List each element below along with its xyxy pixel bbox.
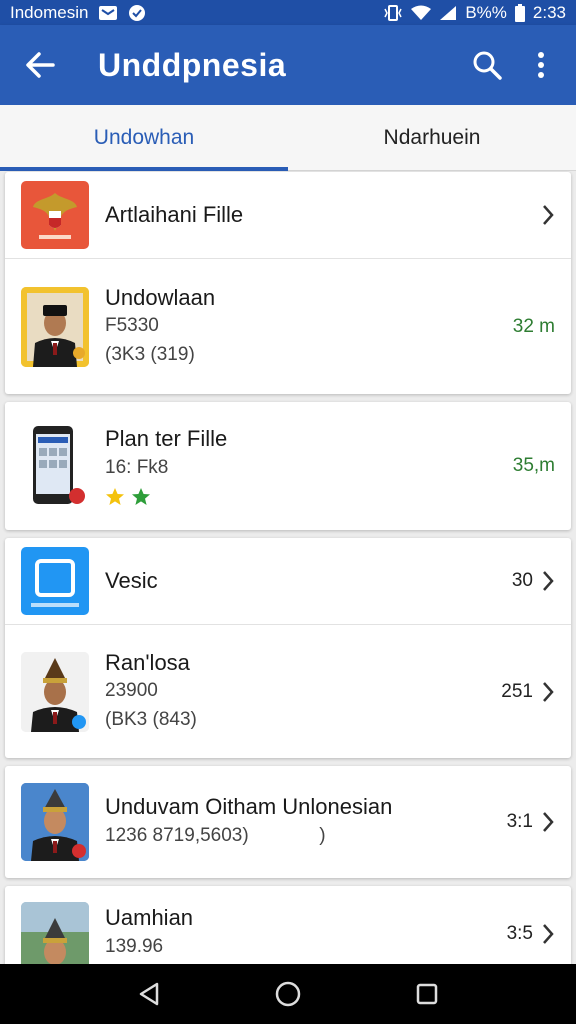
battery-icon [514, 3, 525, 22]
list-card: Vesic 30 Ran'losa 23900 (BK3 (843) 251 [5, 538, 571, 758]
nav-recents-button[interactable] [407, 974, 447, 1014]
clock: 2:33 [532, 2, 566, 22]
triangle-back-icon [140, 982, 159, 1006]
item-value: 3:1 [506, 811, 533, 832]
list-item[interactable]: Vesic 30 [5, 538, 571, 624]
item-title: Ran'losa [105, 649, 190, 675]
wifi-icon [411, 5, 432, 21]
chevron-right-icon [541, 680, 555, 704]
item-size: (BK3 (843) [105, 708, 197, 730]
list-item[interactable]: Artlaihani Fille [5, 172, 571, 258]
person-traditional-hat-blue-icon [21, 783, 89, 861]
person-peci-portrait-icon [21, 286, 89, 367]
smartphone-icon [21, 424, 89, 508]
item-title: Plan ter Fille [105, 426, 228, 452]
blue-square-app-icon [21, 547, 89, 615]
item-code: 139.96 [105, 935, 164, 957]
item-value: 3:5 [506, 923, 533, 944]
item-value: 30 [511, 570, 533, 591]
app-bar: Unddpnesia [0, 25, 576, 105]
search-button[interactable] [460, 25, 514, 105]
chevron-right-icon [541, 922, 555, 946]
search-icon [473, 51, 502, 80]
item-size: (3K3 (319) [105, 343, 195, 365]
rating-stars [105, 487, 505, 507]
item-code: F5330 [105, 315, 159, 337]
item-value: 35,m [512, 455, 555, 476]
tab-undowhan[interactable]: Undowhan [0, 105, 288, 171]
list-card: Plan ter Fille 16: Fk8 35,m [5, 402, 571, 530]
message-icon [98, 5, 118, 21]
item-title: Artlaihani Fille [105, 201, 244, 227]
page-title: Unddpnesia [98, 46, 287, 83]
carrier-name: Indomesin [10, 2, 89, 22]
status-bar: Indomesin B%% 2:33 [0, 0, 576, 25]
nav-back-button[interactable] [129, 974, 169, 1014]
circle-home-icon [275, 981, 301, 1007]
chevron-right-icon [541, 569, 555, 593]
arrow-left-icon [26, 52, 55, 78]
square-recents-icon [416, 983, 437, 1005]
person-traditional-hat-icon [21, 651, 89, 732]
list-item[interactable]: Undowlaan F5330 (3K3 (319) 32 m [5, 258, 571, 394]
chevron-right-icon [541, 203, 555, 227]
signal-icon [439, 5, 457, 21]
file-list: Artlaihani Fille Undowlaan F5330 (3K3 (3… [5, 172, 571, 998]
item-code: 16: Fk8 [105, 457, 169, 479]
item-value: 32 m [512, 315, 555, 337]
list-item[interactable]: Ran'losa 23900 (BK3 (843) 251 [5, 624, 571, 758]
item-value: 251 [501, 680, 533, 702]
tab-ndarhuein[interactable]: Ndarhuein [288, 105, 576, 170]
notification-icon [128, 4, 146, 22]
item-title: Vesic [105, 567, 158, 593]
item-code: 1236 8719,5603) ) [105, 825, 326, 847]
battery-percent: B%% [465, 2, 507, 22]
more-vertical-icon [538, 52, 544, 78]
item-title: Undowlaan [105, 284, 216, 310]
tab-bar: Undowhan Ndarhuein [0, 105, 576, 171]
system-nav-bar [0, 964, 576, 1024]
item-code: 23900 [105, 680, 158, 702]
list-card: Artlaihani Fille Undowlaan F5330 (3K3 (3… [5, 172, 571, 394]
item-title: Unduvam Oitham Unlonesian [105, 794, 393, 820]
overflow-menu-button[interactable] [514, 25, 568, 105]
garuda-emblem-icon [21, 181, 89, 249]
star-yellow-icon [106, 487, 124, 505]
chevron-right-icon [541, 810, 555, 834]
star-green-icon [132, 487, 150, 505]
list-item[interactable]: Plan ter Fille 16: Fk8 35,m [5, 402, 571, 530]
back-button[interactable] [0, 25, 80, 105]
nav-home-button[interactable] [268, 974, 308, 1014]
list-card: Unduvam Oitham Unlonesian 1236 8719,5603… [5, 766, 571, 878]
list-item[interactable]: Unduvam Oitham Unlonesian 1236 8719,5603… [5, 766, 571, 878]
item-title: Uamhian [105, 905, 194, 930]
vibrate-icon [383, 4, 403, 22]
